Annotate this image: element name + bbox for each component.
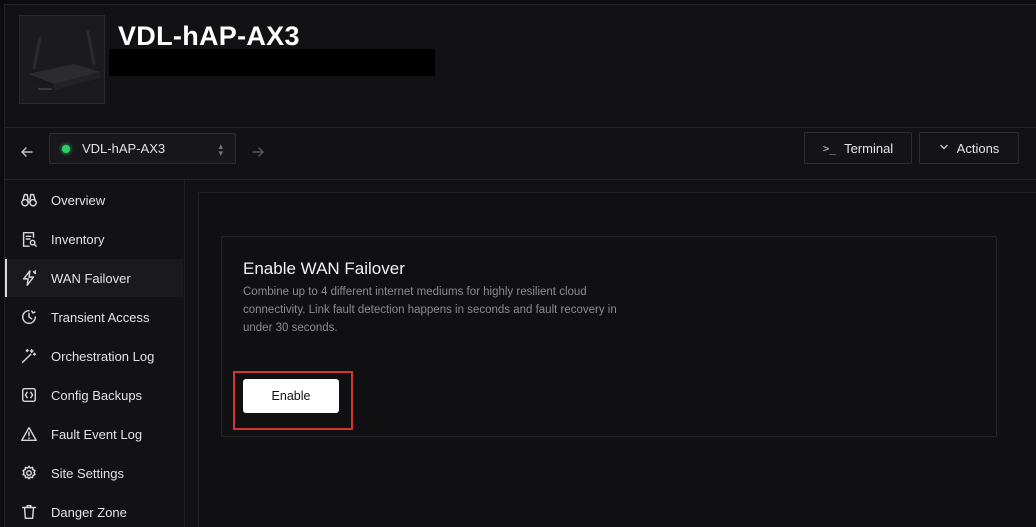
device-select[interactable]: VDL-hAP-AX3 ▴ ▾ [49,133,236,164]
binoculars-icon [19,190,39,210]
device-header: VDL-hAP-AX3 [5,5,1036,128]
sidebar-item-label: Fault Event Log [51,426,143,442]
sidebar-item-label: Inventory [51,231,105,247]
chevron-down-icon [939,142,949,155]
trash-icon [19,502,39,522]
terminal-button[interactable]: >_ Terminal [804,132,912,164]
sidebar-item-site-settings[interactable]: Site Settings [5,454,183,492]
document-search-icon [19,229,39,249]
lightning-icon [19,268,39,288]
enable-button[interactable]: Enable [243,379,339,413]
arrow-left-icon[interactable] [12,128,42,176]
sidebar: Overview Inventory WAN Failover Transien… [5,180,185,527]
sidebar-item-fault-event-log[interactable]: Fault Event Log [5,415,183,453]
card-description: Combine up to 4 different internet mediu… [243,286,617,334]
status-online-dot [62,144,70,153]
sidebar-item-label: Danger Zone [51,504,127,520]
sidebar-item-config-backups[interactable]: Config Backups [5,376,183,414]
sidebar-item-inventory[interactable]: Inventory [5,220,183,258]
card-title: Enable WAN Failover [243,259,405,278]
sidebar-item-wan-failover[interactable]: WAN Failover [5,259,183,297]
toolbar: VDL-hAP-AX3 ▴ ▾ >_ Terminal Actions [5,128,1036,180]
sidebar-item-label: Overview [51,192,106,208]
sidebar-item-label: Orchestration Log [51,348,155,364]
chevron-updown-icon: ▴ ▾ [218,141,223,158]
sidebar-item-label: WAN Failover [51,270,131,286]
code-brackets-icon [19,385,39,405]
sidebar-item-label: Transient Access [51,309,150,325]
clock-icon [19,307,39,327]
warning-icon [19,424,39,444]
sidebar-item-label: Site Settings [51,465,124,481]
actions-label: Actions [956,140,1000,156]
redacted-block [109,49,435,76]
terminal-label: Terminal [844,140,894,156]
terminal-icon: >_ [822,141,837,155]
arrow-right-icon[interactable] [243,128,273,176]
sidebar-item-orchestration-log[interactable]: Orchestration Log [5,337,183,375]
device-select-value: VDL-hAP-AX3 [82,141,166,156]
magic-wand-icon [19,346,39,366]
sidebar-item-transient-access[interactable]: Transient Access [5,298,183,336]
app-frame: VDL-hAP-AX3 VDL-hAP-AX3 ▴ ▾ >_ Terminal A… [4,4,1036,527]
gear-icon [19,463,39,483]
device-title: VDL-hAP-AX3 [118,21,300,51]
sidebar-item-danger-zone[interactable]: Danger Zone [5,493,183,527]
sidebar-item-label: Config Backups [51,387,143,403]
sidebar-item-overview[interactable]: Overview [5,181,183,219]
device-thumbnail [19,15,105,104]
actions-button[interactable]: Actions [919,132,1019,164]
